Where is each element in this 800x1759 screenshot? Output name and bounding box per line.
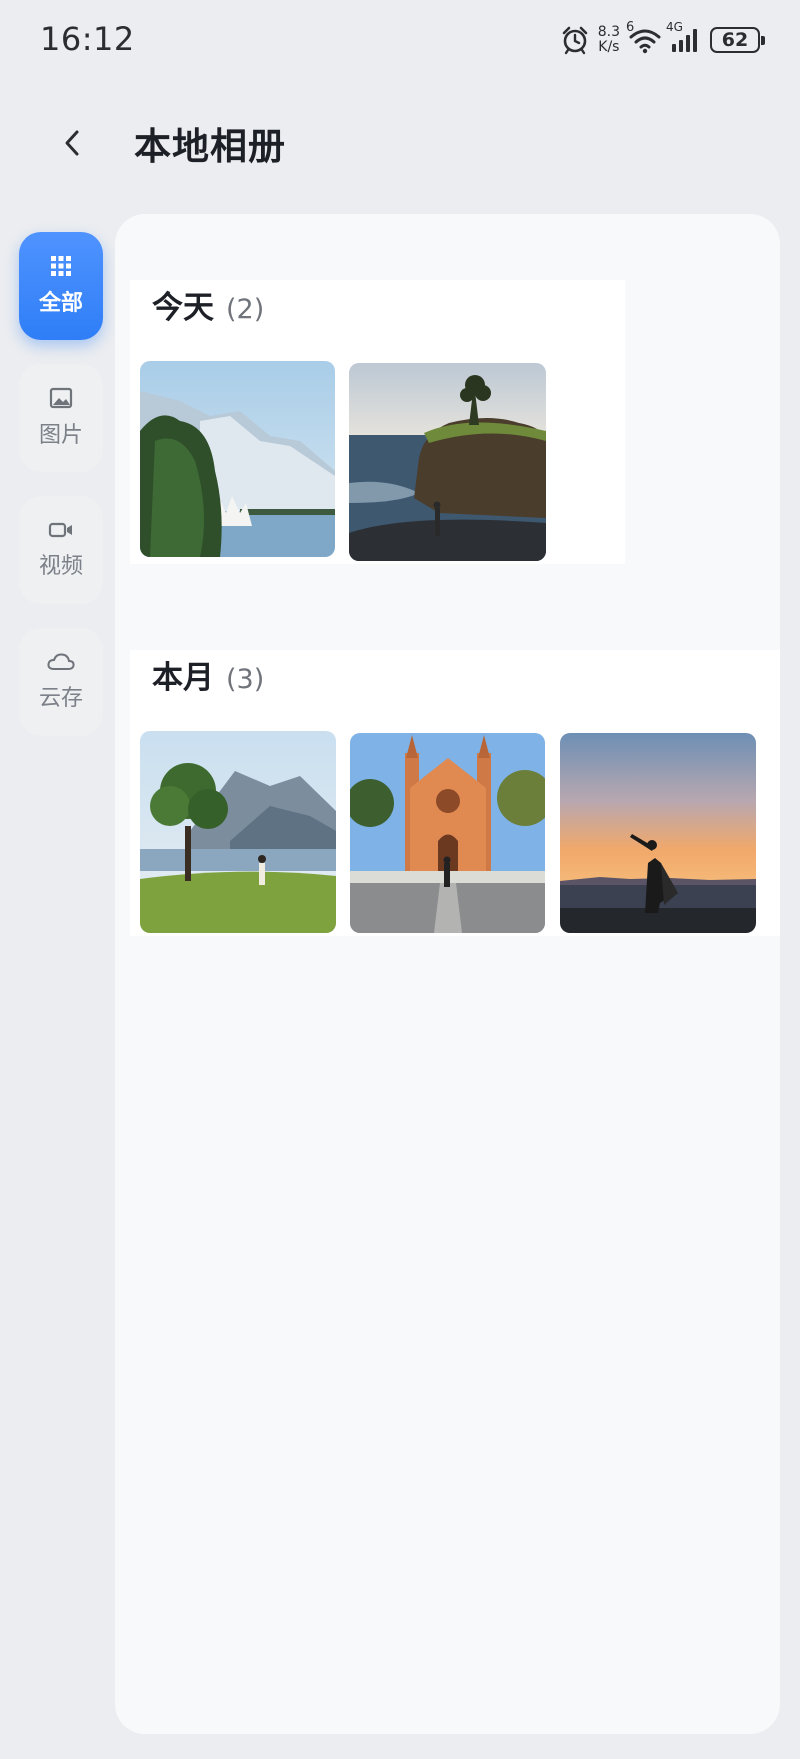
lakeside-meadow-photo [140,731,336,933]
nav-label-videos: 视频 [38,554,83,579]
status-time: 16:12 [40,20,135,58]
section-count: (2) [226,294,265,325]
nav-label-all: 全部 [38,291,83,316]
grid-icon [51,256,71,276]
video-icon [48,522,72,538]
page-title: 本地相册 [134,125,286,168]
cell-badge: 4G [666,20,683,34]
lake-mountain-opera-house-photo [140,361,335,557]
back-button[interactable] [52,118,92,168]
photo-thumbnail[interactable] [349,363,546,561]
photo-thumbnail[interactable] [560,733,756,933]
cell-signal-icon: 4G [666,20,702,54]
wifi-badge: 6 [626,20,635,35]
photo-thumbnail[interactable] [140,731,336,933]
nav-item-cloud[interactable]: 云存 [19,628,103,736]
nav-label-cloud: 云存 [38,686,83,711]
photo-thumbnail[interactable] [140,361,335,557]
section-header: 今天 (2) [152,282,265,326]
network-speed: 8.3 K/s [598,25,620,55]
alarm-icon [560,25,590,55]
section-count: (3) [226,664,265,695]
battery-level: 62 [721,29,749,51]
album-content: 今天 (2) 本月 (3) [115,214,780,1734]
coastal-cliff-photo [349,363,546,561]
sunset-silhouette-photo [560,733,756,933]
nav-label-images: 图片 [38,423,83,448]
orange-church-photo [350,733,545,933]
status-bar: 16:12 8.3 K/s 6 4G 62 [0,0,800,82]
section-title: 今天 [152,290,214,326]
network-speed-unit: K/s [598,39,620,55]
chevron-left-icon [65,130,79,156]
section-today: 今天 (2) [130,280,625,564]
section-title: 本月 [152,660,214,696]
section-header: 本月 (3) [152,652,265,696]
nav-item-images[interactable]: 图片 [19,364,103,472]
nav-item-all[interactable]: 全部 [19,232,103,340]
photo-thumbnail[interactable] [350,733,545,933]
status-icons: 8.3 K/s 6 4G 62 [560,20,765,58]
nav-item-videos[interactable]: 视频 [19,496,103,604]
image-icon [49,387,73,409]
section-this-month: 本月 (3) [130,650,780,936]
battery-icon: 62 [710,27,765,53]
network-speed-value: 8.3 [597,24,620,40]
wifi-icon: 6 [626,20,662,54]
cloud-icon [47,653,75,670]
